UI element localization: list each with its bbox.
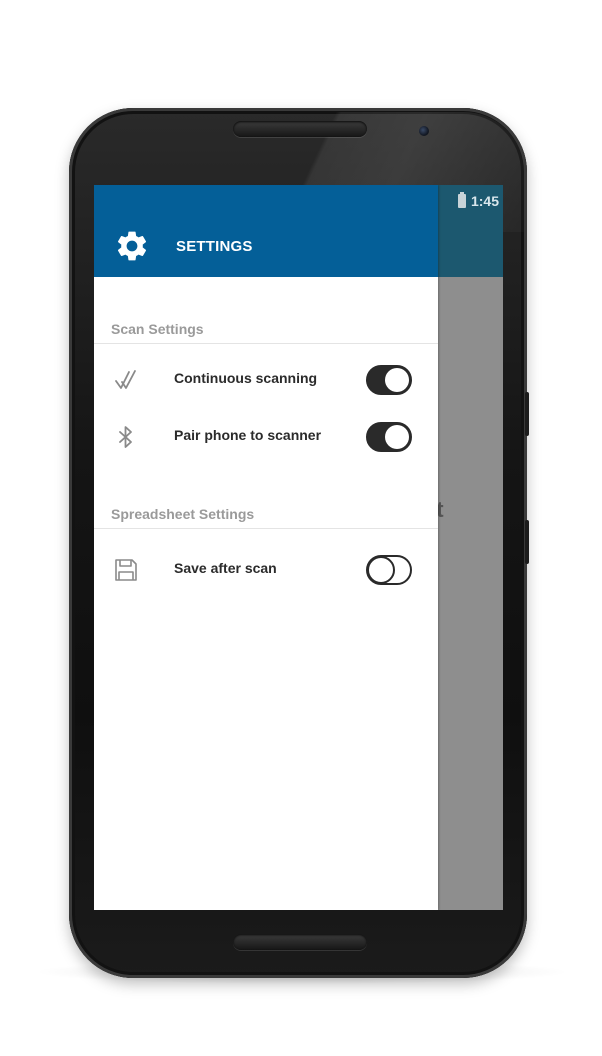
toggle-knob (367, 556, 395, 584)
status-bar: 1:45 (457, 192, 499, 209)
setting-label: Save after scan (174, 560, 277, 576)
navigation-drawer: SETTINGS Scan Settings Continuous scanni… (94, 185, 438, 910)
setting-row-pair-phone[interactable]: Pair phone to scanner (94, 411, 438, 461)
section-title-spreadsheet-settings: Spreadsheet Settings (111, 506, 255, 522)
save-after-scan-toggle[interactable] (366, 555, 412, 585)
section-divider (94, 343, 438, 344)
bottom-speaker (233, 934, 367, 950)
toggle-knob (385, 368, 409, 392)
drawer-header: SETTINGS (94, 185, 438, 277)
double-check-icon (115, 370, 136, 389)
setting-label: Pair phone to scanner (174, 427, 322, 443)
top-speaker (233, 121, 367, 137)
gear-icon[interactable] (114, 228, 150, 264)
volume-button (525, 392, 529, 436)
phone-screen: 1:45 et SETTINGS Scan Settings Continuou… (94, 185, 503, 910)
front-camera (419, 126, 429, 136)
setting-label: Continuous scanning (174, 370, 318, 386)
status-time: 1:45 (470, 193, 499, 209)
section-divider (94, 528, 438, 529)
setting-row-save-after-scan[interactable]: Save after scan (94, 544, 438, 594)
section-title-scan-settings: Scan Settings (111, 321, 204, 337)
drawer-title: SETTINGS (176, 238, 253, 255)
continuous-scanning-toggle[interactable] (366, 365, 412, 395)
setting-row-continuous-scanning[interactable]: Continuous scanning (94, 354, 438, 404)
pair-phone-toggle[interactable] (366, 422, 412, 452)
toggle-knob (385, 425, 409, 449)
power-button (525, 520, 529, 564)
floppy-disk-icon (115, 559, 137, 581)
battery-icon (457, 192, 466, 208)
bluetooth-icon (119, 426, 132, 448)
